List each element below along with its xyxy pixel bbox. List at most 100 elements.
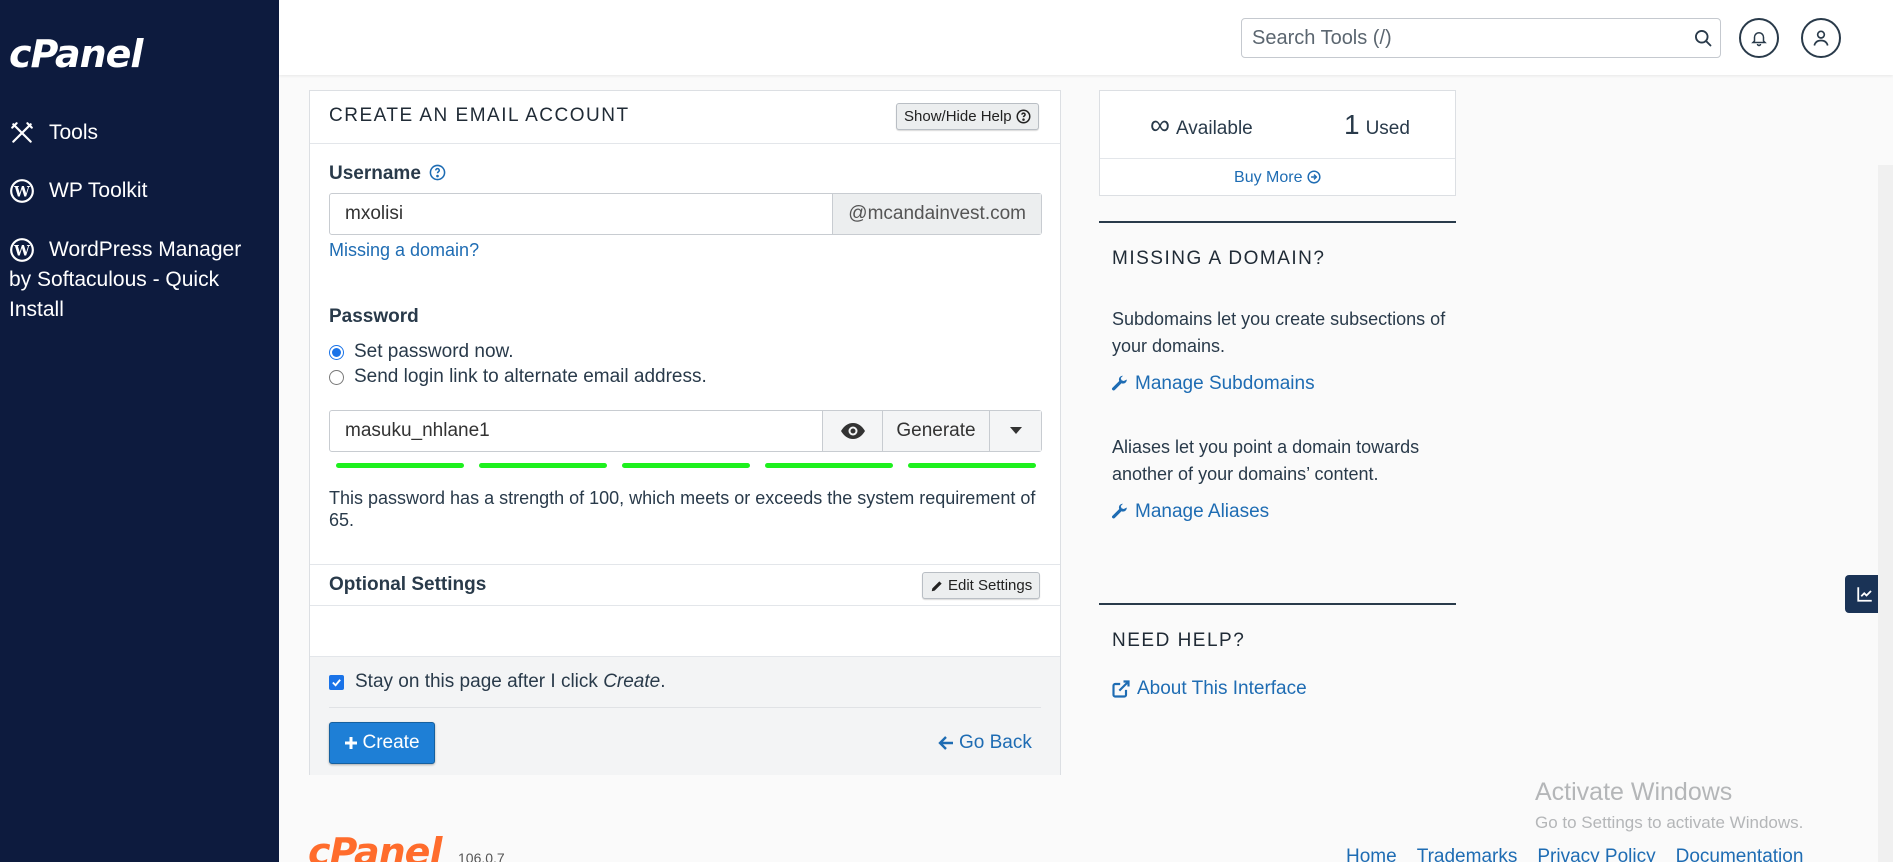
- strength-segment: [908, 463, 1036, 468]
- search-input[interactable]: [1242, 20, 1686, 56]
- stay-text-suffix: .: [660, 671, 666, 692]
- sidebar-item-wordpress-manager[interactable]: W WordPress Manager by Softaculous - Qui…: [9, 235, 269, 325]
- need-help-title: NEED HELP?: [1112, 630, 1246, 651]
- password-group: Generate: [329, 410, 1042, 452]
- radio-set-password-now[interactable]: Set password now.: [329, 341, 513, 363]
- create-button-label: Create: [362, 732, 420, 753]
- eye-icon: [840, 423, 865, 439]
- edit-settings-label: Edit Settings: [948, 577, 1033, 594]
- password-strength-text: This password has a strength of 100, whi…: [329, 488, 1036, 530]
- password-input[interactable]: [330, 411, 822, 451]
- missing-domain-title: MISSING A DOMAIN?: [1112, 248, 1326, 269]
- username-input[interactable]: [330, 194, 833, 234]
- stay-on-page-label: Stay on this page after I click Create.: [355, 671, 666, 693]
- svg-text:W: W: [13, 184, 30, 200]
- wrench-icon: [1112, 375, 1127, 391]
- optional-settings-bar: Optional Settings Edit Settings: [310, 564, 1060, 606]
- stay-text-prefix: Stay on this page after I click: [355, 671, 604, 692]
- divider: [329, 707, 1041, 708]
- footer-cpanel-logo: cPanel: [308, 830, 442, 862]
- bell-icon: [1751, 32, 1767, 47]
- watermark-subtitle: Go to Settings to activate Windows.: [1535, 813, 1804, 832]
- sidebar: cPanel Tools W WP Toolkit W WordPress Ma…: [0, 0, 279, 862]
- radio-send-login-link[interactable]: Send login link to alternate email addre…: [329, 366, 707, 388]
- pencil-icon: [931, 580, 942, 591]
- footer-link-documentation[interactable]: Documentation: [1676, 846, 1804, 862]
- notifications-button[interactable]: [1739, 18, 1779, 58]
- manage-aliases-label: Manage Aliases: [1135, 501, 1270, 522]
- page-scrollbar[interactable]: [1878, 165, 1893, 862]
- arrow-circle-right-icon: [1307, 170, 1321, 184]
- wordpress-icon: W: [10, 238, 34, 262]
- radio-label: Send login link to alternate email addre…: [354, 366, 707, 387]
- generate-options-button[interactable]: [989, 411, 1041, 451]
- strength-segment: [336, 463, 464, 468]
- search-box[interactable]: [1241, 18, 1721, 58]
- radio-button[interactable]: [329, 369, 344, 385]
- chart-icon: [1857, 587, 1872, 602]
- form-footer: Stay on this page after I click Create. …: [310, 656, 1060, 775]
- strength-segment: [479, 463, 607, 468]
- show-password-button[interactable]: [822, 411, 882, 451]
- buy-more-label: Buy More: [1234, 169, 1303, 186]
- radio-label: Set password now.: [354, 341, 514, 362]
- sidebar-item-tools[interactable]: Tools: [9, 120, 98, 146]
- wrench-icon: [1112, 503, 1127, 519]
- sidebar-item-label: Tools: [49, 121, 99, 144]
- search-icon[interactable]: [1686, 28, 1720, 48]
- footer-link-home[interactable]: Home: [1346, 846, 1397, 862]
- sidebar-item-wp-toolkit[interactable]: W WP Toolkit: [9, 178, 147, 204]
- go-back-link[interactable]: Go Back: [938, 732, 1032, 754]
- infinity-icon: ∞: [1150, 109, 1170, 140]
- generate-button[interactable]: Generate: [882, 411, 989, 451]
- about-interface-link[interactable]: About This Interface: [1111, 678, 1307, 700]
- create-button[interactable]: Create: [329, 722, 435, 764]
- available-stat: ∞ Available: [1150, 109, 1253, 141]
- cpanel-logo[interactable]: cPanel: [9, 32, 143, 76]
- manage-aliases-link[interactable]: Manage Aliases: [1111, 501, 1269, 523]
- question-circle-icon: [1016, 109, 1031, 124]
- divider: [1099, 221, 1456, 223]
- checkmark-icon: [332, 678, 341, 687]
- strength-segment: [622, 463, 750, 468]
- used-stat: 1 Used: [1344, 109, 1410, 141]
- show-hide-help-button[interactable]: Show/Hide Help: [896, 103, 1039, 130]
- manage-subdomains-label: Manage Subdomains: [1135, 373, 1315, 394]
- watermark-title: Activate Windows: [1535, 778, 1733, 806]
- stay-text-emphasis: Create: [603, 671, 661, 692]
- email-accounts-stats: ∞ Available 1 Used Buy More: [1099, 90, 1456, 196]
- sidebar-item-label: WordPress Manager: [49, 238, 242, 261]
- stay-on-page-checkbox-row[interactable]: Stay on this page after I click Create.: [329, 671, 666, 693]
- sidebar-item-label: WP Toolkit: [49, 179, 148, 202]
- go-back-label: Go Back: [959, 732, 1032, 753]
- aliases-text: Aliases let you point a domain towards a…: [1112, 437, 1420, 484]
- used-label: Used: [1365, 118, 1410, 139]
- help-button-label: Show/Hide Help: [904, 108, 1012, 125]
- card-header: CREATE AN EMAIL ACCOUNT Show/Hide Help: [310, 91, 1060, 144]
- manage-subdomains-link[interactable]: Manage Subdomains: [1111, 373, 1315, 395]
- version-number: 106.0.7: [458, 850, 505, 862]
- question-circle-icon[interactable]: [426, 163, 446, 184]
- svg-text:W: W: [13, 243, 30, 259]
- sidebar-item-label-rest: by Softaculous - Quick Install: [9, 268, 220, 321]
- user-menu-button[interactable]: [1801, 18, 1841, 58]
- buy-more-link[interactable]: Buy More: [1100, 169, 1455, 187]
- username-label: Username: [329, 163, 446, 185]
- strength-segment: [765, 463, 893, 468]
- domain-addon[interactable]: @mcandainvest.com: [832, 194, 1041, 234]
- footer-links: Home Trademarks Privacy Policy Documenta…: [1346, 846, 1803, 862]
- divider: [1099, 603, 1456, 605]
- stats-row: ∞ Available 1 Used: [1100, 91, 1455, 159]
- stay-on-page-checkbox[interactable]: [329, 674, 344, 690]
- caret-down-icon: [1009, 427, 1022, 434]
- arrow-left-icon: [938, 736, 953, 750]
- footer-link-trademarks[interactable]: Trademarks: [1417, 846, 1518, 862]
- edit-settings-button[interactable]: Edit Settings: [922, 572, 1041, 599]
- activate-windows-watermark: Activate Windows Go to Settings to activ…: [1535, 778, 1803, 833]
- external-link-icon: [1112, 680, 1130, 698]
- plus-icon: [345, 737, 358, 749]
- footer-link-privacy-policy[interactable]: Privacy Policy: [1537, 846, 1655, 862]
- missing-domain-link[interactable]: Missing a domain?: [329, 240, 479, 261]
- username-label-text: Username: [329, 163, 421, 184]
- radio-button-checked[interactable]: [329, 344, 344, 360]
